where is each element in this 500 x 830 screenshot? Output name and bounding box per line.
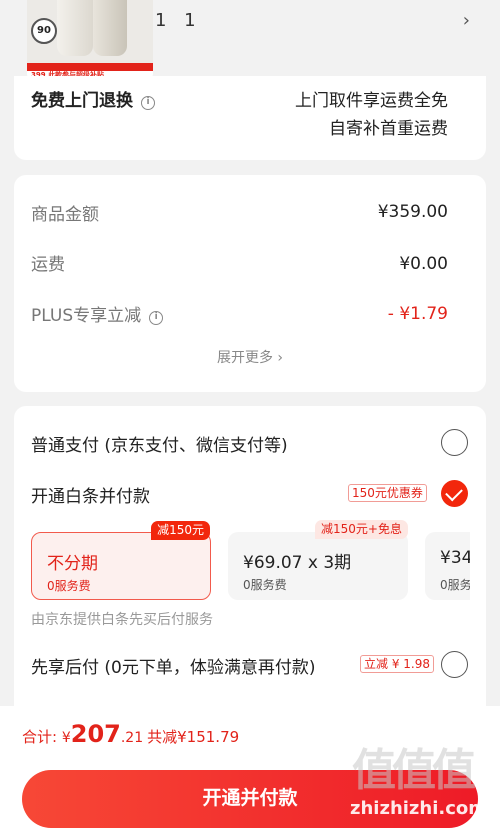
product-thumbnail: 90 399 此款参与超级补贴 xyxy=(27,0,153,80)
plan-title: ¥34 xyxy=(440,548,470,568)
checkout-bar: 合计: ¥207.21 共减¥151.79 开通并付款 值值值 zhizhizhi… xyxy=(0,706,500,830)
product-badge: 90 xyxy=(31,18,57,44)
shipping-label: 运费 xyxy=(31,255,65,275)
currency-symbol: ¥ xyxy=(61,730,71,746)
return-service-card: 免费上门退换 i 上门取件享运费全免 自寄补首重运费 xyxy=(14,76,486,160)
plan-more-installments[interactable]: ¥34 0服务 xyxy=(425,532,470,600)
goods-amount-value: ¥359.00 xyxy=(377,202,448,222)
return-service-title: 免费上门退换 i xyxy=(31,86,155,111)
plan-fee: 0服务 xyxy=(440,578,470,592)
product-quantity: 1 1 xyxy=(155,10,202,31)
total-integer: 207 xyxy=(70,720,121,748)
plan-no-installment[interactable]: 减150元 不分期 0服务费 xyxy=(31,521,211,600)
total-label: 合计: xyxy=(22,728,62,746)
installment-plans: 减150元 不分期 0服务费 减150元+免息 ¥69.07 x 3期 0服务费… xyxy=(14,406,470,616)
total-saved: 共减¥151.79 xyxy=(147,728,240,746)
plus-discount-text: PLUS专享立减 xyxy=(31,306,142,326)
coat-image xyxy=(93,0,127,56)
discount-tag: 立减 ¥ 1.98 xyxy=(360,655,434,673)
plus-discount-value: - ¥1.79 xyxy=(387,304,448,324)
order-total: 合计: ¥207.21 共减¥151.79 xyxy=(22,720,239,748)
return-service-desc-1: 上门取件享运费全免 xyxy=(295,91,448,111)
plan-fee: 0服务费 xyxy=(243,578,287,592)
info-icon[interactable]: i xyxy=(141,96,155,110)
expand-more-button[interactable]: 展开更多 › xyxy=(14,347,486,367)
info-icon[interactable]: i xyxy=(149,311,164,325)
return-service-label: 免费上门退换 xyxy=(31,91,133,111)
product-strip[interactable]: 90 399 此款参与超级补贴 1 1 › xyxy=(0,0,500,86)
pay-later-label[interactable]: 先享后付 (0元下单，体验满意再付款) xyxy=(31,653,315,678)
pay-later-radio[interactable] xyxy=(441,651,468,678)
plan-3-installments[interactable]: 减150元+免息 ¥69.07 x 3期 0服务费 xyxy=(228,520,408,600)
total-decimal: .21 xyxy=(120,730,144,746)
provider-note: 由京东提供白条先买后付服务 xyxy=(31,612,213,628)
shipping-value: ¥0.00 xyxy=(399,254,448,274)
watermark-logo: 值值值 xyxy=(352,745,476,796)
plan-fee: 0服务费 xyxy=(47,579,91,593)
plan-title: 不分期 xyxy=(47,554,98,574)
price-breakdown-card: 商品金额 ¥359.00 运费 ¥0.00 PLUS专享立减 i - ¥1.79 … xyxy=(14,175,486,392)
goods-amount-label: 商品金额 xyxy=(31,205,99,225)
plus-discount-label: PLUS专享立减 i xyxy=(31,301,164,326)
chevron-right-icon[interactable]: › xyxy=(463,10,470,31)
plan-badge: 减150元 xyxy=(151,521,210,540)
coat-image xyxy=(57,0,93,56)
return-service-desc-2: 自寄补首重运费 xyxy=(329,119,448,139)
plan-title: ¥69.07 x 3期 xyxy=(243,553,352,573)
watermark-text: zhizhizhi.com xyxy=(350,798,488,819)
plan-badge: 减150元+免息 xyxy=(315,520,408,539)
payment-method-card: 普通支付 (京东支付、微信支付等) 开通白条并付款 150元优惠券 减150元 … xyxy=(14,406,486,706)
